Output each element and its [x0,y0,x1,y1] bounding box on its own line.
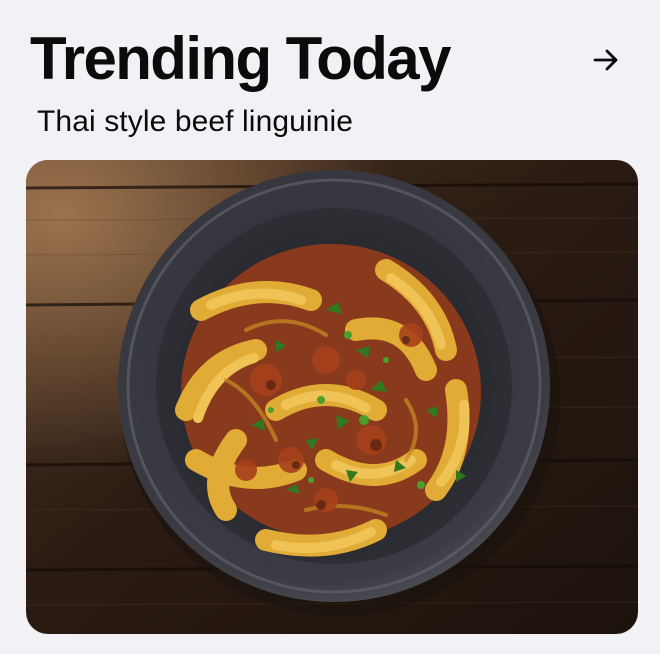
recipe-title[interactable]: Thai style beef linguinie [37,102,353,142]
section-header: Trending Today [30,24,630,94]
recipe-photo [26,160,638,634]
see-all-button[interactable] [590,44,622,76]
section-title: Trending Today [30,25,451,92]
arrow-right-icon [593,49,618,71]
recipe-card[interactable] [26,160,638,634]
